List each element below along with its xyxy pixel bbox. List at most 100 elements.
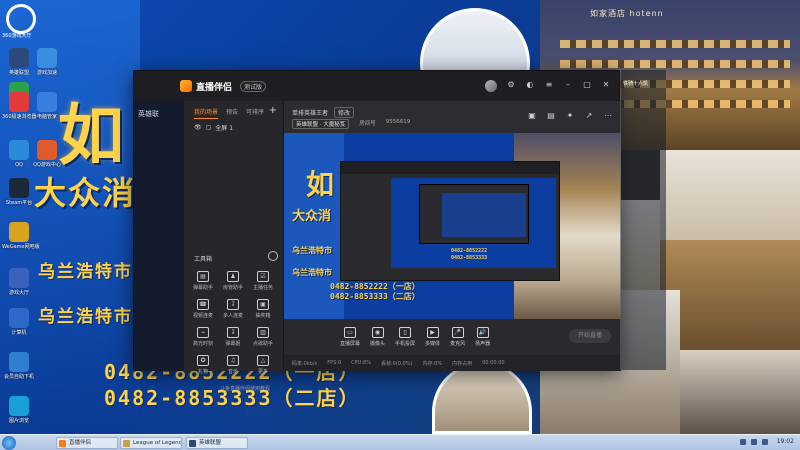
danmu-icon: ▤ xyxy=(197,271,209,282)
eye-icon[interactable]: 👁 xyxy=(194,124,202,131)
control-label: 手机投屏 xyxy=(395,341,416,347)
tool-label: 礼物 xyxy=(197,369,208,375)
room-info-row: 英雄联盟 · 大魔秘笈 房间号 9556619 xyxy=(292,119,410,129)
gift-tool[interactable]: ✪ 礼物 xyxy=(188,355,218,375)
video-tool[interactable]: ☎ 视频连麦 xyxy=(188,299,218,319)
add-scene-icon[interactable]: + xyxy=(269,105,277,116)
network-icon[interactable] xyxy=(739,438,746,445)
status-item: 内存:0% xyxy=(422,360,443,367)
mic-control[interactable]: 🎤 麦克风 xyxy=(450,327,465,347)
more-tool[interactable]: △ 更多 xyxy=(248,355,278,375)
tab-preview[interactable]: 预告 xyxy=(226,107,238,119)
start-live-button[interactable]: 开始直播 xyxy=(569,329,611,343)
camera-control[interactable]: ◉ 摄像头 xyxy=(370,327,385,347)
control-label: 直播屏幕 xyxy=(340,341,361,347)
taskbar-item-label: 英雄联盟 xyxy=(199,440,222,446)
start-button[interactable] xyxy=(2,436,16,450)
menu-icon[interactable]: ≡ xyxy=(544,80,554,90)
lol-app-icon xyxy=(123,440,130,447)
tab-sortable[interactable]: 可排序 xyxy=(246,107,264,119)
taskbar-douyu[interactable]: 直播伴侣 xyxy=(56,437,118,449)
barrage-tool[interactable]: ↧ 弹幕姬 xyxy=(218,327,248,347)
tab-my-scenes[interactable]: 我的场景 xyxy=(194,107,219,119)
desktop-icon-pc[interactable]: 电脑管家 xyxy=(30,92,64,120)
desktop-icon-player[interactable]: 图片浏览 xyxy=(2,396,36,424)
desktop-icon-steam[interactable]: Steam平台 xyxy=(2,178,36,206)
minimize-icon[interactable]: – xyxy=(563,80,573,90)
taskbar-lol[interactable]: League of Legends xyxy=(120,437,182,449)
lock-room-icon[interactable]: ▤ xyxy=(546,111,556,121)
preview-slogan: 大众消 xyxy=(292,209,332,224)
wallpaper-city-line-1: 乌兰浩特市 xyxy=(38,262,133,282)
top-left-logo: 360游戏大厅 xyxy=(0,0,62,44)
more-icon[interactable]: ⋯ xyxy=(603,111,613,121)
status-item: FPS:0 xyxy=(327,360,342,366)
desktop-icon-qqgame[interactable]: QQ游戏中心 xyxy=(30,140,64,168)
tool-label: 音乐 xyxy=(227,369,238,375)
taskbar-lol2[interactable]: 英雄联盟 xyxy=(186,437,248,449)
phone-cast-control[interactable]: ▯ 手机投屏 xyxy=(395,327,415,347)
desktop-icon-cloud[interactable]: 游戏加速 xyxy=(30,48,64,76)
multi-media-control[interactable]: ▶ 多媒体 xyxy=(425,327,440,347)
tool-label: 弹幕助手 xyxy=(192,285,213,291)
tutorial-link[interactable]: 斗鱼直播伴侣使用教程 xyxy=(220,385,270,392)
nested-phone-1: 0482-8852222 xyxy=(451,248,488,254)
live-preview[interactable]: 如 大众消 乌兰浩特市 乌兰浩特市 0482-8852222（一店） 0482-… xyxy=(284,133,621,319)
mic-icon: 🎤 xyxy=(451,327,464,338)
live-screen-control[interactable]: ▭ 直播屏幕 xyxy=(340,327,360,347)
room-manage-tool[interactable]: ♟ 房管助手 xyxy=(218,271,248,291)
volume-icon[interactable] xyxy=(750,438,757,445)
user-avatar[interactable] xyxy=(485,80,497,92)
share-icon[interactable]: ↗ xyxy=(584,111,594,121)
highlight-tool[interactable]: ⌁ 高光时刻 xyxy=(188,327,218,347)
speaker-control[interactable]: 🔊 扬声器 xyxy=(475,327,490,347)
edit-title-button[interactable]: 修改 xyxy=(334,107,355,118)
danmu-tool[interactable]: ▤ 弹幕助手 xyxy=(188,271,218,291)
qqgame-icon xyxy=(37,140,57,160)
settings-icon[interactable]: ⚙ xyxy=(506,80,516,90)
lottery-tool[interactable]: ▣ 抽奖箱 xyxy=(248,299,278,319)
scene-item[interactable]: 👁 ▢ 全屏 1 xyxy=(194,123,233,132)
monitor-icon xyxy=(9,352,29,372)
close-icon[interactable]: ✕ xyxy=(601,80,611,90)
input-method-icon[interactable] xyxy=(761,438,768,445)
desktop-icon-wegame[interactable]: WeGame网吧版 xyxy=(2,222,40,250)
lock-icon[interactable]: ▢ xyxy=(206,124,212,131)
clock[interactable]: 19:02 xyxy=(777,438,794,445)
side-window[interactable]: 铁骑十六凯 xyxy=(620,70,666,370)
title-bar-actions: ⚙ ◐ ≡ – □ ✕ xyxy=(485,80,611,92)
desktop-icon-computer[interactable]: 计算机 xyxy=(2,308,36,336)
desktop-icon-monitor[interactable]: 会员自助下机 xyxy=(2,352,36,380)
maximize-icon[interactable]: □ xyxy=(582,80,592,90)
category-chip[interactable]: 英雄联盟 · 大魔秘笈 xyxy=(292,119,350,129)
desktop-icon-label: 电脑管家 xyxy=(36,114,57,120)
strip-item-lol[interactable]: 英雄联 xyxy=(138,109,178,119)
preview-phone-2: 0482-8853333（二店） xyxy=(330,292,420,301)
status-item: 码率:0kb/s xyxy=(292,360,318,367)
status-item: 00:00:00 xyxy=(482,360,505,366)
nested-window-2 xyxy=(419,184,529,244)
gift-icon[interactable]: ✦ xyxy=(565,111,575,121)
skin-icon[interactable]: ◐ xyxy=(525,80,535,90)
brand-name: 直播伴侣 xyxy=(196,82,233,93)
version-badge[interactable]: 测试版 xyxy=(240,80,267,92)
lounge-photo xyxy=(680,350,800,434)
qq-icon xyxy=(9,140,29,160)
control-label: 摄像头 xyxy=(370,341,386,347)
bag-icon[interactable]: ▣ xyxy=(527,111,537,121)
song-tool[interactable]: ▥ 点歌助手 xyxy=(248,327,278,347)
toolbox-settings-icon[interactable] xyxy=(268,251,278,261)
status-item: CPU:8% xyxy=(351,360,371,366)
nested-preview-2 xyxy=(442,193,526,237)
nested-title-bar xyxy=(341,162,559,174)
nested-window: 0482-8852222 0482-8853333 xyxy=(340,161,560,281)
multi-link-tool[interactable]: ↧ 多人连麦 xyxy=(218,299,248,319)
side-window-title: 铁骑十六凯 xyxy=(623,81,649,87)
preview-city-2: 乌兰浩特市 xyxy=(292,268,332,277)
desktop-icon-gamehall[interactable]: 游戏大厅 xyxy=(2,268,36,296)
live-screen-icon: ▭ xyxy=(344,327,356,338)
app-title-bar: 直播伴侣 测试版 ⚙ ◐ ≡ – □ ✕ xyxy=(134,71,619,101)
host-task-tool[interactable]: ☑ 主播任务 xyxy=(248,271,278,291)
music-tool[interactable]: ♫ 音乐 xyxy=(218,355,248,375)
camera-icon: ◉ xyxy=(371,327,384,338)
